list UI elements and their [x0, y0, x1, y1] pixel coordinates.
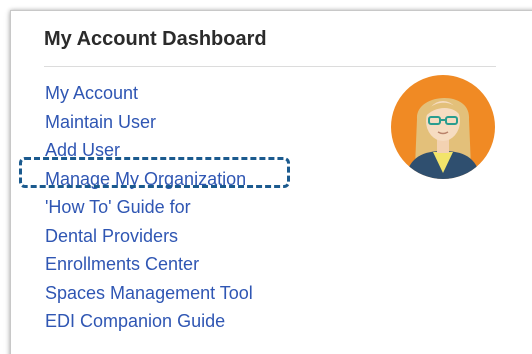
list-item: EDI Companion Guide	[45, 309, 253, 338]
highlight-box	[19, 157, 290, 188]
link-dental-providers[interactable]: Dental Providers	[45, 226, 178, 246]
link-edi-companion-guide[interactable]: EDI Companion Guide	[45, 311, 225, 331]
list-item: Enrollments Center	[45, 252, 253, 281]
link-enrollments-center[interactable]: Enrollments Center	[45, 254, 199, 274]
link-my-account[interactable]: My Account	[45, 83, 138, 103]
user-avatar-icon	[391, 75, 495, 179]
link-maintain-user[interactable]: Maintain User	[45, 112, 156, 132]
dashboard-title: My Account Dashboard	[44, 28, 267, 50]
list-item: Maintain User	[45, 110, 253, 139]
link-spaces-management-tool[interactable]: Spaces Management Tool	[45, 283, 253, 303]
list-item: Spaces Management Tool	[45, 281, 253, 310]
link-how-to-guide[interactable]: 'How To' Guide for	[45, 197, 191, 217]
account-dashboard-panel: My Account Dashboard My Account Maintain…	[10, 10, 532, 354]
title-divider	[44, 66, 496, 67]
list-item: My Account	[45, 81, 253, 110]
list-item: 'How To' Guide for	[45, 195, 253, 224]
dashboard-link-list: My Account Maintain User Add User Manage…	[45, 81, 253, 338]
list-item: Dental Providers	[45, 224, 253, 253]
